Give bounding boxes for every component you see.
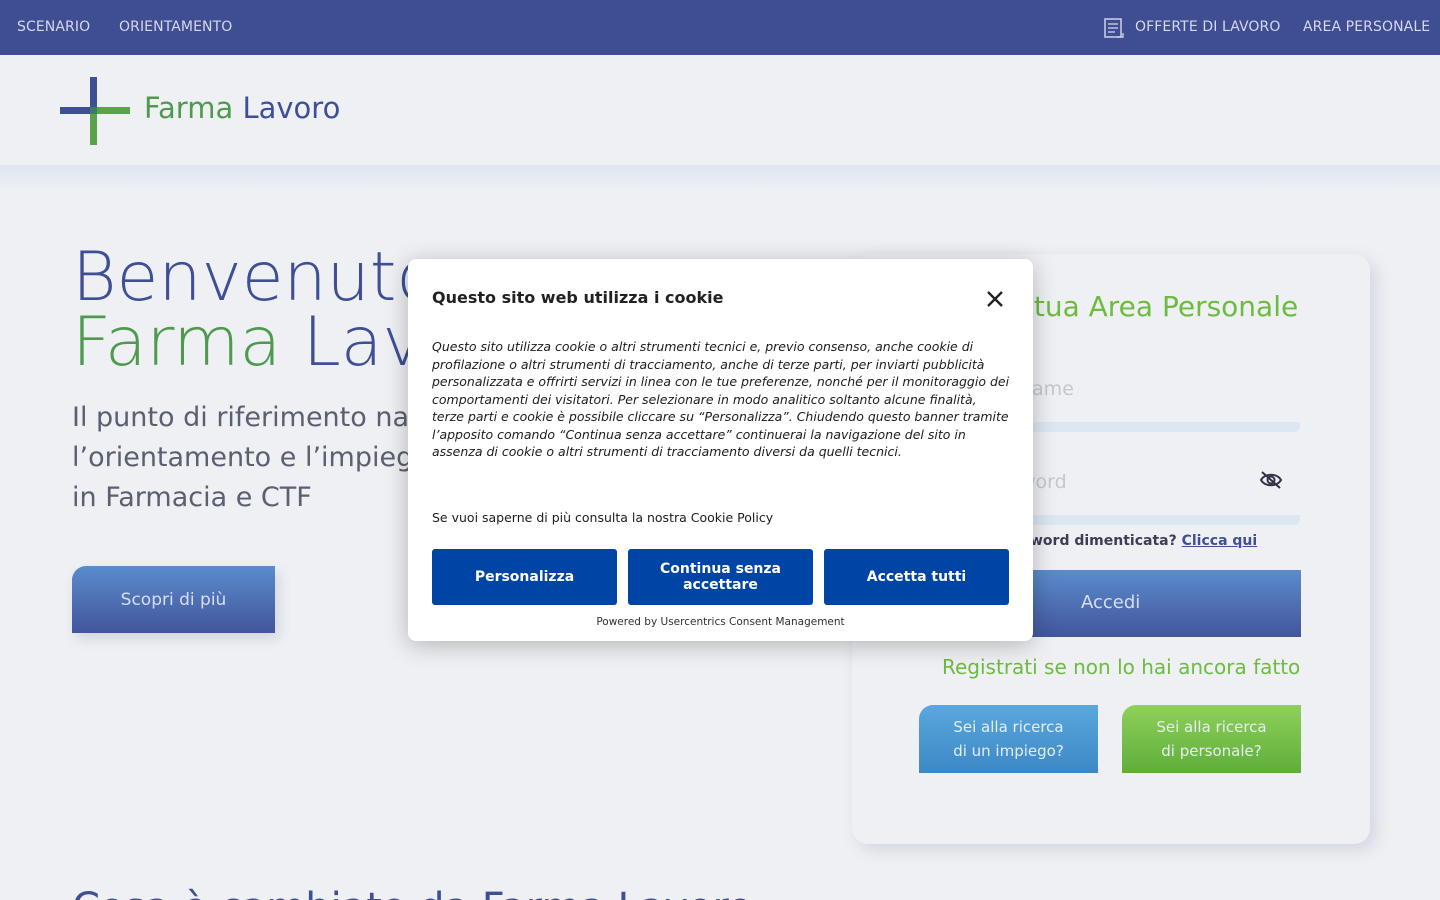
cookie-modal-title: Questo sito web utilizza i cookie [432, 288, 724, 307]
cookie-modal-footer: Powered by Usercentrics Consent Manageme… [596, 616, 845, 628]
cookie-consent-modal: Questo sito web utilizza i cookie Questo… [408, 259, 1033, 641]
close-icon[interactable] [985, 289, 1005, 309]
cookie-policy-text[interactable]: Se vuoi saperne di più consulta la nostr… [432, 510, 773, 525]
continua-senza-accettare-button[interactable]: Continua senza accettare [628, 549, 813, 605]
cookie-modal-body: Questo sito utilizza cookie o altri stru… [432, 339, 1010, 459]
personalizza-button[interactable]: Personalizza [432, 549, 617, 605]
accetta-tutti-button[interactable]: Accetta tutti [824, 549, 1009, 605]
